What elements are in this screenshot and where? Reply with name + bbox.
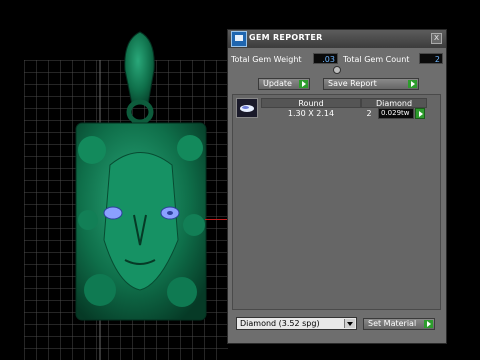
gem-cut-thumbnail[interactable] <box>236 98 258 118</box>
gem-size-cell: 1.30 X 2.14 <box>287 109 335 118</box>
column-header-material: Diamond <box>361 98 427 108</box>
set-material-label: Set Material <box>368 319 417 328</box>
close-button[interactable]: x <box>431 33 442 44</box>
column-header-cut: Round <box>261 98 361 108</box>
pendant-body <box>75 122 207 321</box>
gem-reporter-panel: GEM REPORTER x Total Gem Weight .03 Tota… <box>227 29 447 344</box>
save-report-button[interactable]: Save Report <box>323 78 419 90</box>
panel-titlebar[interactable]: GEM REPORTER x <box>228 30 446 48</box>
row-play-icon[interactable] <box>415 108 425 119</box>
material-selected: Diamond (3.52 spg) <box>240 319 320 328</box>
gem-count-cell: 2 <box>366 109 372 118</box>
gem-list: Round Diamond 1.30 X 2.14 2 0.029tw <box>232 94 441 310</box>
total-count-label: Total Gem Count <box>343 55 410 64</box>
save-report-label: Save Report <box>328 79 377 88</box>
chevron-down-icon <box>344 319 355 328</box>
update-button-label: Update <box>263 79 292 88</box>
total-count-value: 2 <box>419 53 443 64</box>
play-icon <box>424 320 433 328</box>
gem-reporter-icon <box>231 31 247 47</box>
total-weight-value: .03 <box>313 53 338 64</box>
play-icon <box>299 80 308 88</box>
material-dropdown[interactable]: Diamond (3.52 spg) <box>236 317 357 330</box>
set-material-button[interactable]: Set Material <box>363 318 435 330</box>
left-eye-gem[interactable] <box>103 206 123 220</box>
panel-toggle[interactable] <box>333 66 341 74</box>
total-weight-label: Total Gem Weight <box>231 55 302 64</box>
play-icon <box>408 80 417 88</box>
axis-line <box>205 219 228 220</box>
update-button[interactable]: Update <box>258 78 310 90</box>
panel-title: GEM REPORTER <box>249 33 323 42</box>
gem-weight-field[interactable]: 0.029tw <box>378 108 414 119</box>
